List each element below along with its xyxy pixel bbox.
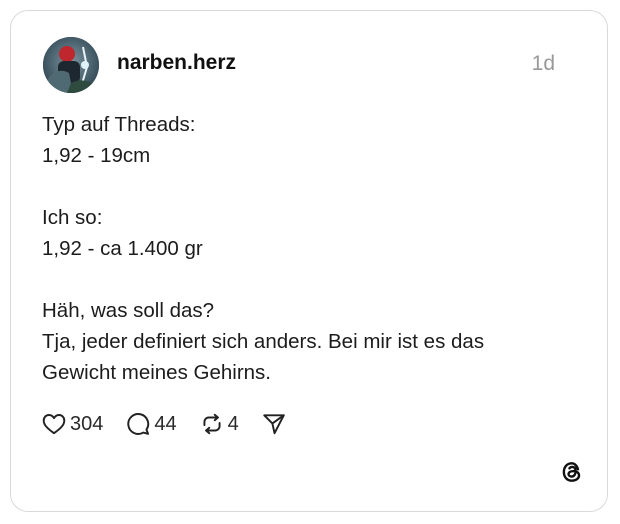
post-text-line: 1,92 - ca 1.400 gr [42, 237, 203, 260]
post-text-line: Typ auf Threads: [42, 113, 196, 136]
post-actions: 304 44 4 [41, 409, 309, 439]
post-text: Typ auf Threads: 1,92 - 19cm Ich so: 1,9… [42, 109, 562, 388]
repost-arrows-icon [203, 413, 221, 435]
threads-logo[interactable] [559, 459, 585, 485]
speech-bubble-icon [127, 413, 150, 435]
post-text-line: Häh, was soll das? [42, 299, 215, 322]
avatar[interactable] [43, 37, 99, 93]
like-button[interactable]: 304 [41, 411, 103, 437]
post-text-line: 1,92 - 19cm [42, 144, 151, 167]
profile-photo-icon [43, 37, 99, 93]
comment-count: 44 [154, 413, 177, 435]
repost-count: 4 [227, 413, 239, 435]
post-text-line [42, 264, 562, 295]
username[interactable]: narben.herz [117, 51, 236, 75]
send-paper-plane-icon [263, 414, 285, 435]
like-count: 304 [70, 413, 104, 435]
heart-icon [42, 414, 66, 435]
post-text-line: Gewicht meines Gehirns. [42, 361, 272, 384]
post-card: narben.herz 1d Typ auf Threads: 1,92 - 1… [10, 10, 608, 512]
post-text-line: Tja, jeder definiert sich anders. Bei mi… [42, 330, 485, 353]
comment-button[interactable]: 44 [125, 411, 177, 437]
post-timestamp: 1d [531, 52, 555, 75]
post-text-line [42, 171, 562, 202]
repost-button[interactable]: 4 [199, 411, 239, 437]
share-button[interactable] [261, 411, 287, 437]
post-text-line: Ich so: [42, 206, 103, 229]
